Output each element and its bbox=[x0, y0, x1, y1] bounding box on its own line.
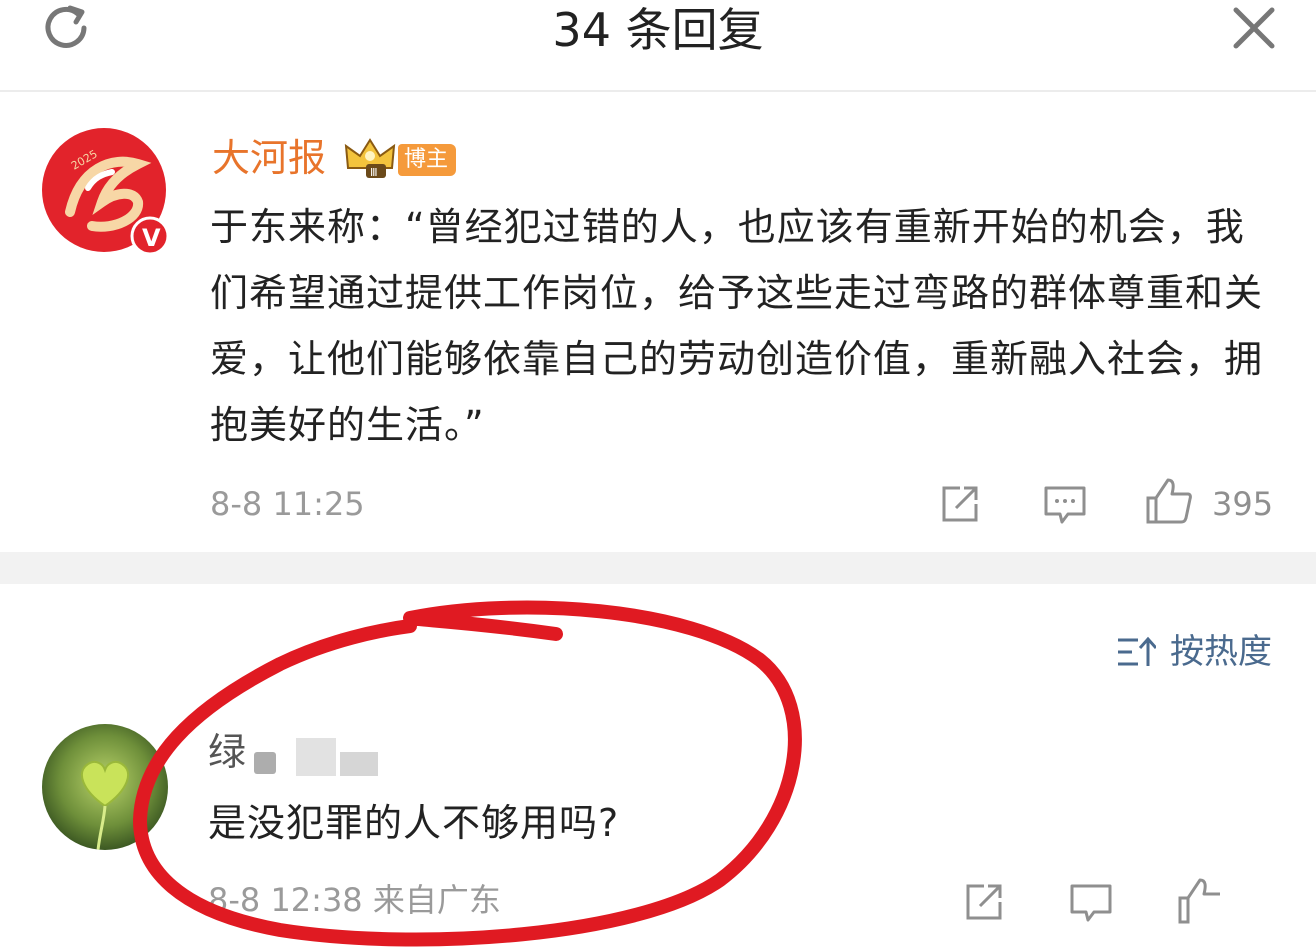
original-post: 2025 V 大河报 Ⅲ 博主 于东来称：“曾经犯过错的人，也应该有重新开始的机… bbox=[0, 92, 1316, 552]
like-icon[interactable] bbox=[1144, 476, 1194, 526]
comment-icon[interactable] bbox=[1068, 880, 1114, 926]
blogger-badge: 博主 bbox=[398, 144, 457, 176]
close-icon[interactable] bbox=[1232, 6, 1276, 50]
like-count: 395 bbox=[1212, 485, 1274, 523]
share-icon[interactable] bbox=[962, 880, 1006, 924]
pixelated-name bbox=[296, 738, 336, 776]
sort-icon bbox=[1118, 636, 1156, 666]
post-timestamp: 8-8 11:25 bbox=[210, 485, 365, 523]
reply-text: 是没犯罪的人不够用吗? bbox=[208, 801, 620, 845]
header-bar: 34 条回复 bbox=[0, 0, 1316, 92]
reply-username[interactable]: 绿 bbox=[208, 728, 246, 776]
reply-timestamp: 8-8 12:38 来自广东 bbox=[208, 881, 501, 919]
pixelated-name bbox=[254, 752, 276, 774]
like-icon[interactable] bbox=[1176, 876, 1226, 926]
sort-label: 按热度 bbox=[1170, 632, 1272, 672]
comment-icon[interactable] bbox=[1042, 482, 1088, 528]
author-avatar[interactable]: 2025 V bbox=[42, 128, 170, 256]
share-icon[interactable] bbox=[938, 482, 982, 526]
page-title: 34 条回复 bbox=[552, 3, 764, 57]
verified-mark: V bbox=[142, 224, 161, 252]
crown-level: Ⅲ bbox=[370, 166, 378, 179]
section-divider bbox=[0, 552, 1316, 584]
reply-avatar[interactable] bbox=[42, 724, 168, 850]
pixelated-name bbox=[340, 752, 378, 776]
post-text: 于东来称：“曾经犯过错的人，也应该有重新开始的机会，我们希望通过提供工作岗位，给… bbox=[210, 205, 1264, 447]
author-name[interactable]: 大河报 bbox=[212, 136, 326, 180]
crown-icon: Ⅲ bbox=[344, 138, 396, 179]
